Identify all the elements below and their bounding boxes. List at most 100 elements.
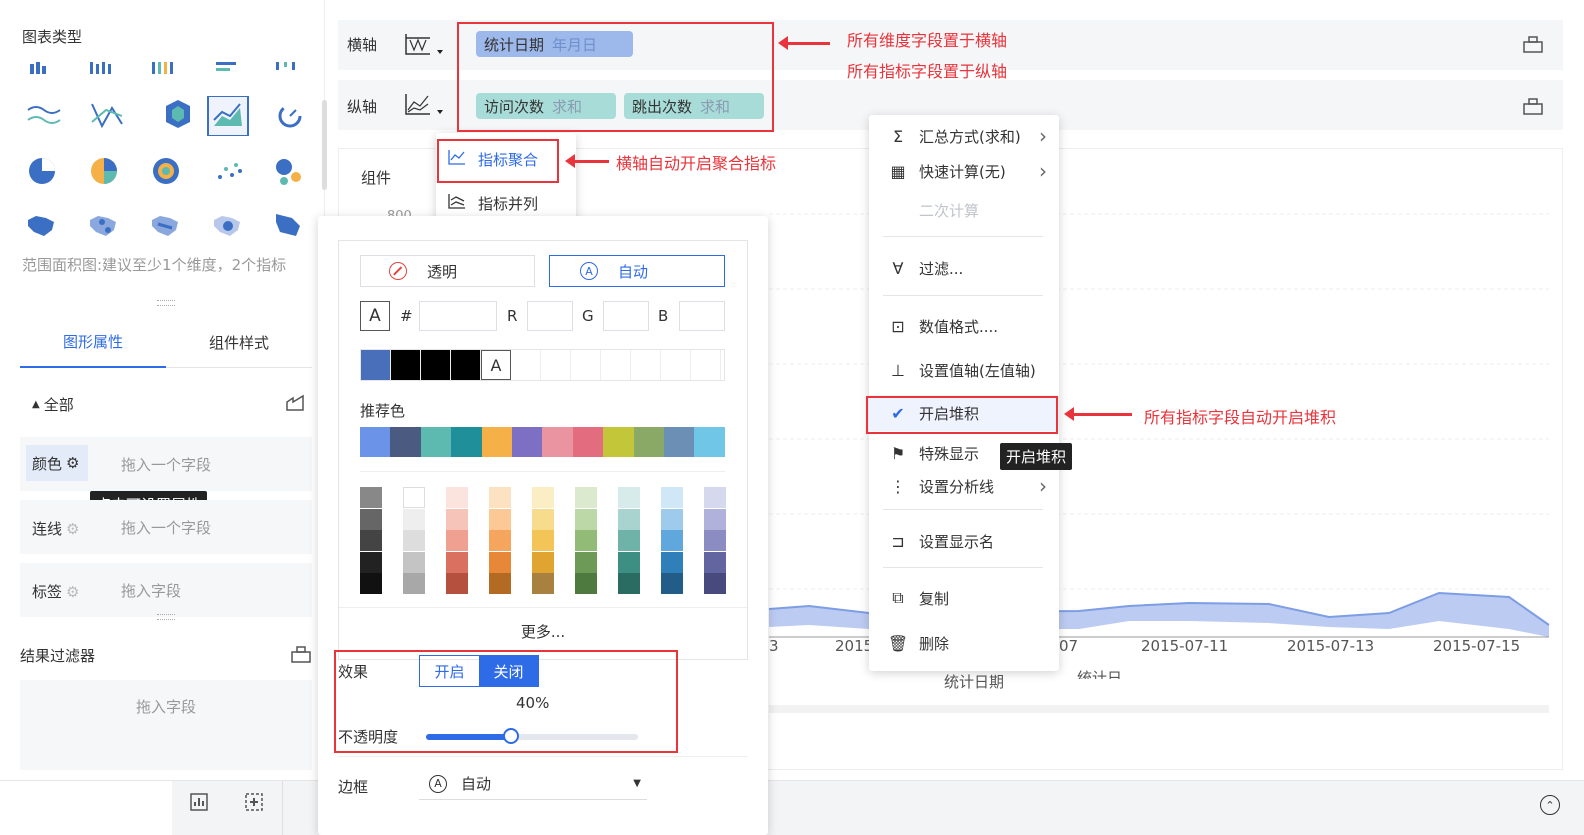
recent-color-swatch[interactable]: [661, 350, 691, 380]
palette-color-swatch[interactable]: [532, 530, 554, 551]
palette-color-swatch[interactable]: [661, 530, 683, 551]
recent-color-swatch[interactable]: [511, 350, 541, 380]
g-input[interactable]: [603, 301, 649, 331]
filter-settings-icon[interactable]: [290, 644, 312, 664]
text-color-icon[interactable]: A: [481, 350, 511, 380]
context-menu-item[interactable]: ⋮ 设置分析线 ›: [869, 468, 1059, 504]
palette-color-swatch[interactable]: [403, 573, 425, 594]
palette-color-swatch[interactable]: [446, 551, 468, 573]
recommended-color-swatch[interactable]: [451, 427, 482, 457]
palette-color-swatch[interactable]: [704, 508, 726, 530]
more-colors-link[interactable]: 更多...: [339, 621, 747, 642]
palette-color-swatch[interactable]: [532, 551, 554, 573]
x-axis-settings-icon[interactable]: [1522, 34, 1544, 54]
bar-chart-icons[interactable]: [22, 58, 312, 78]
recommended-color-swatch[interactable]: [390, 427, 421, 457]
recent-color-swatch[interactable]: [691, 350, 721, 380]
recommended-color-swatch[interactable]: [633, 427, 664, 457]
x-axis-type-dropdown[interactable]: [402, 30, 450, 60]
palette-color-swatch[interactable]: [575, 508, 597, 530]
recent-color-swatch[interactable]: [361, 350, 391, 380]
recommended-color-swatch[interactable]: [420, 427, 452, 457]
label-field-dropzone[interactable]: 拖入字段: [121, 580, 181, 601]
palette-color-swatch[interactable]: [618, 551, 640, 573]
recent-color-swatch[interactable]: [421, 350, 451, 380]
collapse-up-icon[interactable]: ⌃: [1540, 795, 1560, 815]
auto-option[interactable]: A 自动: [549, 255, 725, 287]
splitter-handle[interactable]: [157, 300, 175, 306]
palette-color-swatch[interactable]: [704, 487, 726, 508]
recommended-color-swatch[interactable]: [481, 427, 512, 457]
context-menu-item[interactable]: ▦ 快速计算(无) ›: [869, 153, 1059, 189]
color-field-dropzone[interactable]: 拖入一个字段: [121, 454, 211, 475]
palette-color-swatch[interactable]: [618, 530, 640, 551]
palette-color-swatch[interactable]: [618, 508, 640, 530]
recommended-color-swatch[interactable]: [360, 427, 391, 457]
palette-color-swatch[interactable]: [575, 551, 597, 573]
hex-input[interactable]: [419, 301, 497, 331]
context-menu-item[interactable]: ⧉ 复制: [869, 580, 1059, 616]
palette-color-swatch[interactable]: [446, 487, 468, 508]
context-menu-item[interactable]: 🗑 删除: [869, 625, 1059, 661]
palette-color-swatch[interactable]: [360, 508, 382, 530]
palette-color-swatch[interactable]: [575, 487, 597, 508]
palette-color-swatch[interactable]: [704, 530, 726, 551]
recent-color-swatch[interactable]: [451, 350, 481, 380]
line-field-dropzone[interactable]: 拖入一个字段: [121, 517, 211, 538]
palette-color-swatch[interactable]: [360, 551, 382, 573]
palette-color-swatch[interactable]: [661, 551, 683, 573]
context-menu-item[interactable]: ∀ 过滤...: [869, 250, 1059, 286]
recommended-color-swatch[interactable]: [603, 427, 634, 457]
palette-color-swatch[interactable]: [661, 573, 683, 594]
palette-color-swatch[interactable]: [575, 530, 597, 551]
tab-component-style[interactable]: 组件样式: [166, 316, 312, 368]
edit-all-icon[interactable]: [285, 394, 305, 412]
recommended-color-swatch[interactable]: [542, 427, 573, 457]
palette-color-swatch[interactable]: [446, 530, 468, 551]
recommended-color-swatch[interactable]: [694, 427, 725, 457]
palette-color-swatch[interactable]: [532, 573, 554, 594]
label-label-group[interactable]: 标签 ⚙: [32, 581, 79, 602]
palette-color-swatch[interactable]: [489, 530, 511, 551]
splitter-handle-2[interactable]: [157, 614, 175, 620]
all-section-header[interactable]: ▲ 全部: [32, 394, 74, 415]
add-component-icon[interactable]: [243, 791, 267, 815]
context-menu-item[interactable]: Σ 汇总方式(求和) ›: [869, 118, 1059, 154]
context-menu-item[interactable]: ⊐ 设置显示名: [869, 523, 1059, 559]
palette-color-swatch[interactable]: [403, 487, 425, 508]
line-label-group[interactable]: 连线 ⚙: [32, 518, 79, 539]
chart-scrollbar[interactable]: [769, 705, 1549, 713]
border-select[interactable]: A 自动 ▼: [419, 768, 647, 800]
b-input[interactable]: [679, 301, 725, 331]
palette-color-swatch[interactable]: [446, 573, 468, 594]
recent-color-swatch[interactable]: [631, 350, 661, 380]
palette-color-swatch[interactable]: [489, 508, 511, 530]
recent-color-swatch[interactable]: [541, 350, 571, 380]
recent-color-swatch[interactable]: [601, 350, 631, 380]
palette-color-swatch[interactable]: [360, 573, 382, 594]
palette-color-swatch[interactable]: [704, 551, 726, 573]
recent-color-swatch[interactable]: [571, 350, 601, 380]
context-menu-item[interactable]: ⊥ 设置值轴(左值轴): [869, 352, 1059, 388]
recent-color-swatch[interactable]: [391, 350, 421, 380]
palette-color-swatch[interactable]: [618, 573, 640, 594]
recommended-color-swatch[interactable]: [572, 427, 604, 457]
r-input[interactable]: [527, 301, 573, 331]
result-filter-dropzone[interactable]: 拖入字段: [20, 680, 312, 770]
palette-color-swatch[interactable]: [704, 573, 726, 594]
palette-color-swatch[interactable]: [489, 487, 511, 508]
palette-color-swatch[interactable]: [489, 573, 511, 594]
palette-color-swatch[interactable]: [446, 508, 468, 530]
text-color-icon[interactable]: A: [360, 301, 390, 331]
palette-color-swatch[interactable]: [489, 551, 511, 573]
add-chart-icon[interactable]: [188, 791, 212, 815]
tab-graphic-properties[interactable]: 图形属性: [20, 316, 166, 368]
palette-color-swatch[interactable]: [360, 530, 382, 551]
left-scrollbar[interactable]: [322, 100, 327, 190]
transparent-option[interactable]: 透明: [360, 255, 535, 287]
palette-color-swatch[interactable]: [661, 508, 683, 530]
palette-color-swatch[interactable]: [403, 551, 425, 573]
context-menu-item[interactable]: ⊡ 数值格式....: [869, 308, 1059, 344]
recommended-color-swatch[interactable]: [663, 427, 695, 457]
palette-color-swatch[interactable]: [532, 508, 554, 530]
